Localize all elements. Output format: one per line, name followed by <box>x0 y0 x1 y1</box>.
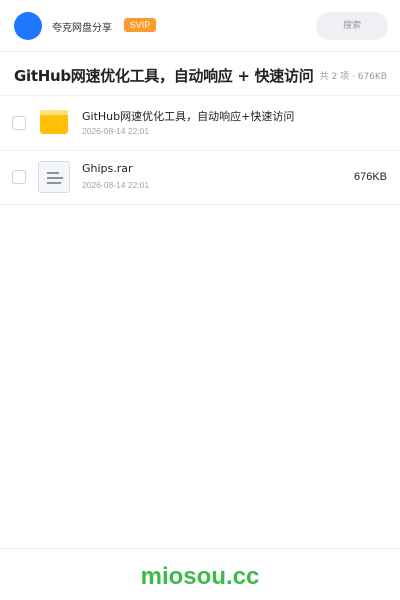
file-row-folder[interactable]: GitHub网速优化工具，自动响应+快速访问 2026-08-14 22:01 <box>0 97 400 151</box>
file-name: Ghips.rar <box>82 162 133 175</box>
top-bar: 夸克网盘分享 SVIP 搜索 <box>0 0 400 52</box>
file-date: 2026-08-14 22:01 <box>82 126 150 136</box>
avatar[interactable] <box>14 12 42 40</box>
title-bar: GitHub网速优化工具，自动响应 + 快速访问 共 2 项 · 676KB <box>0 53 400 96</box>
row-checkbox[interactable] <box>12 170 26 184</box>
file-name: GitHub网速优化工具，自动响应+快速访问 <box>82 110 295 123</box>
folder-icon <box>40 110 68 134</box>
file-icon <box>38 161 70 193</box>
footer: miosou.cc <box>0 548 400 600</box>
svip-badge: SVIP <box>124 18 156 32</box>
file-size: 676KB <box>353 171 387 183</box>
row-checkbox[interactable] <box>12 116 26 130</box>
file-row-rar[interactable]: Ghips.rar 2026-08-14 22:01 676KB <box>0 151 400 205</box>
file-summary: 共 2 项 · 676KB <box>319 72 387 82</box>
search-button[interactable]: 搜索 <box>316 12 388 40</box>
app-name: 夸克网盘分享 <box>52 23 112 34</box>
file-date: 2026-08-14 22:01 <box>82 180 150 190</box>
page-title: GitHub网速优化工具，自动响应 + 快速访问 <box>14 67 314 85</box>
brand-logo-text[interactable]: miosou.cc <box>0 563 400 591</box>
